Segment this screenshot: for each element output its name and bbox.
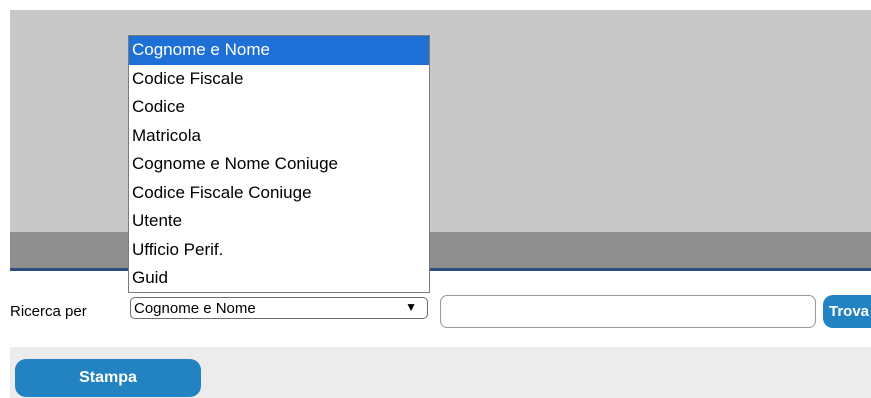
search-field-select[interactable]: Cognome e Nome ▼ — [130, 297, 428, 319]
search-row: Ricerca per Cognome e Nome ▼ Trova — [10, 291, 871, 329]
option-matricola[interactable]: Matricola — [129, 122, 429, 151]
footer-panel: Stampa — [10, 347, 871, 398]
search-by-label: Ricerca per — [10, 303, 87, 320]
dropdown-arrow-icon: ▼ — [405, 300, 417, 314]
option-ufficio-perif[interactable]: Ufficio Perif. — [129, 236, 429, 265]
option-codice-fiscale-coniuge[interactable]: Codice Fiscale Coniuge — [129, 179, 429, 208]
option-cognome-nome[interactable]: Cognome e Nome — [129, 36, 429, 65]
search-input[interactable] — [440, 295, 816, 328]
option-utente[interactable]: Utente — [129, 207, 429, 236]
search-field-options[interactable]: Cognome e Nome Codice Fiscale Codice Mat… — [128, 35, 430, 293]
print-button[interactable]: Stampa — [15, 359, 201, 397]
option-guid[interactable]: Guid — [129, 264, 429, 293]
search-field-selected-value: Cognome e Nome — [134, 300, 256, 317]
option-codice[interactable]: Codice — [129, 93, 429, 122]
option-cognome-nome-coniuge[interactable]: Cognome e Nome Coniuge — [129, 150, 429, 179]
option-codice-fiscale[interactable]: Codice Fiscale — [129, 65, 429, 94]
find-button[interactable]: Trova — [823, 295, 871, 328]
